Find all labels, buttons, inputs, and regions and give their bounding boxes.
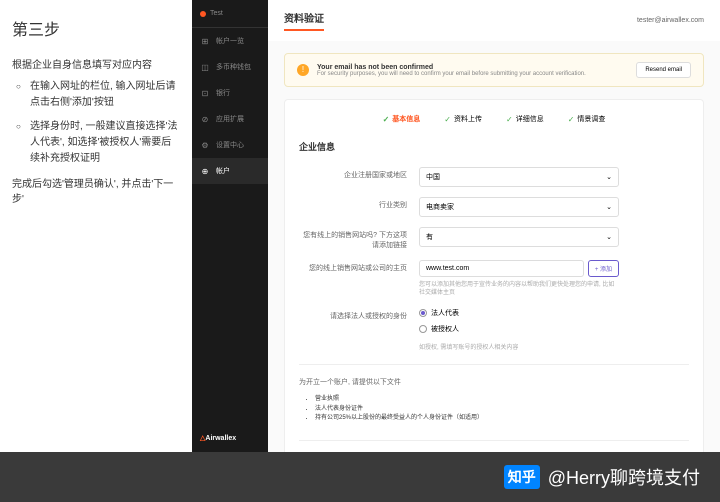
sidebar-item-label: 帐户一览	[216, 36, 244, 46]
step-survey[interactable]: ✓情景调查	[568, 114, 606, 124]
email-alert: ! Your email has not been confirmed For …	[284, 53, 704, 87]
country-label: 企业注册国家或地区	[299, 167, 419, 180]
identity-label: 请选择法人或授权的身份	[299, 308, 419, 321]
radio-icon	[419, 325, 427, 333]
alert-desc: For security purposes, you will need to …	[317, 71, 586, 77]
radio-authorized[interactable]: 被授权人	[419, 324, 619, 334]
documents-section: 为开立一个账户, 请提供以下文件 营业执照 法人代表身份证件 持有公司25%以上…	[299, 364, 689, 424]
step-basic-info[interactable]: ✓基本信息	[383, 114, 421, 124]
resend-email-button[interactable]: Resend email	[636, 62, 691, 78]
form-footer: ✓ 您确认本人或企业是以主账户的管理负责任时授参的账号企业填写此信息 下一步	[299, 440, 689, 452]
doc-item: 营业执照	[315, 395, 689, 405]
sidebar-item-settings[interactable]: ⚙ 设置中心	[192, 132, 268, 158]
sidebar-item-bank[interactable]: ⊡ 银行	[192, 80, 268, 106]
section-title: 企业信息	[299, 140, 689, 153]
warning-icon: !	[297, 64, 309, 76]
alert-title: Your email has not been confirmed	[317, 64, 586, 71]
sidebar-item-label: 设置中心	[216, 140, 244, 150]
step-detail[interactable]: ✓详细信息	[506, 114, 544, 124]
url-help-text: 您可以添加其他您用于宣传业务的内容以帮助我们更快处理您的申请, 比如社交媒体主页	[419, 281, 619, 298]
watermark: 知乎 @Herry聊跨境支付	[484, 452, 720, 502]
sidebar-item-label: 帐户	[216, 166, 230, 176]
doc-title: 为开立一个账户, 请提供以下文件	[299, 377, 689, 387]
radio-icon	[419, 309, 427, 317]
instruction-footer: 完成后勾选'管理员确认', 并点击'下一步'	[12, 175, 180, 205]
main-content: 资料验证 tester@airwallex.com ! Your email h…	[268, 0, 720, 452]
store-label: 您有线上的销售网站吗? 下方这项请添加链接	[299, 227, 419, 250]
chevron-down-icon: ⌄	[606, 203, 612, 211]
sidebar: Test ⊞ 帐户一览 ◫ 多币种钱包 ⊡ 银行 ⊘ 应用扩展 ⚙ 设置中心 ⊕…	[192, 0, 268, 452]
check-icon: ✓	[444, 115, 451, 124]
user-email[interactable]: tester@airwallex.com	[637, 17, 704, 24]
watermark-text: @Herry聊跨境支付	[548, 464, 700, 490]
grid-icon: ⊞	[200, 36, 210, 46]
gear-icon: ⚙	[200, 140, 210, 150]
doc-list: 营业执照 法人代表身份证件 持有公司25%以上股份的最终受益人的个人身份证件（如…	[299, 395, 689, 424]
form-card: ✓基本信息 ✓资料上传 ✓详细信息 ✓情景调查 企业信息 企业注册国家或地区 中…	[284, 99, 704, 452]
sidebar-item-label: 多币种钱包	[216, 62, 251, 72]
sidebar-footer: △Airwallex	[192, 424, 268, 452]
add-url-button[interactable]: + 添加	[588, 260, 619, 277]
step-upload[interactable]: ✓资料上传	[444, 114, 482, 124]
extension-icon: ⊘	[200, 114, 210, 124]
instruction-item: 在输入网址的栏位, 输入网址后请点击右侧'添加'按钮	[16, 79, 180, 111]
step-title: 第三步	[12, 16, 180, 40]
industry-label: 行业类别	[299, 197, 419, 210]
doc-item: 法人代表身份证件	[315, 405, 689, 415]
chevron-down-icon: ⌄	[606, 233, 612, 241]
radio-legal-rep[interactable]: 法人代表	[419, 308, 619, 318]
sidebar-item-overview[interactable]: ⊞ 帐户一览	[192, 28, 268, 54]
zhihu-logo: 知乎	[504, 465, 540, 489]
chevron-down-icon: ⌄	[606, 173, 612, 181]
doc-item: 持有公司25%以上股份的最终受益人的个人身份证件（如适用）	[315, 414, 689, 424]
instruction-item: 选择身份时, 一般建议直接选择'法人代表', 如选择'被授权人'需要后续补充授权…	[16, 119, 180, 167]
url-input[interactable]: www.test.com	[419, 260, 584, 277]
step-desc: 根据企业自身信息填写对应内容	[12, 56, 180, 71]
identity-help: 如授权, 需填写账号的授权人相关内容	[419, 344, 619, 352]
wallet-icon: ◫	[200, 62, 210, 72]
main-header: 资料验证 tester@airwallex.com	[268, 0, 720, 41]
country-select[interactable]: 中国⌄	[419, 167, 619, 187]
instruction-list: 在输入网址的栏位, 输入网址后请点击右侧'添加'按钮 选择身份时, 一般建议直接…	[12, 79, 180, 167]
steps-bar: ✓基本信息 ✓资料上传 ✓详细信息 ✓情景调查	[299, 114, 689, 124]
bank-icon: ⊡	[200, 88, 210, 98]
sidebar-item-label: 应用扩展	[216, 114, 244, 124]
account-icon: ⊕	[200, 166, 210, 176]
brand-dot-icon	[200, 11, 206, 17]
instruction-panel: 第三步 根据企业自身信息填写对应内容 在输入网址的栏位, 输入网址后请点击右侧'…	[0, 0, 192, 452]
check-icon: ✓	[506, 115, 513, 124]
sidebar-item-extensions[interactable]: ⊘ 应用扩展	[192, 106, 268, 132]
check-icon: ✓	[383, 115, 390, 124]
store-select[interactable]: 有⌄	[419, 227, 619, 247]
sidebar-item-account[interactable]: ⊕ 帐户	[192, 158, 268, 184]
sidebar-item-wallet[interactable]: ◫ 多币种钱包	[192, 54, 268, 80]
url-label: 您的线上销售网站或公司的主页	[299, 260, 419, 273]
sidebar-item-label: 银行	[216, 88, 230, 98]
sidebar-brand[interactable]: Test	[192, 0, 268, 28]
brand-label: Test	[210, 10, 223, 17]
check-icon: ✓	[568, 115, 575, 124]
industry-select[interactable]: 电商卖家⌄	[419, 197, 619, 217]
page-title: 资料验证	[284, 10, 324, 31]
